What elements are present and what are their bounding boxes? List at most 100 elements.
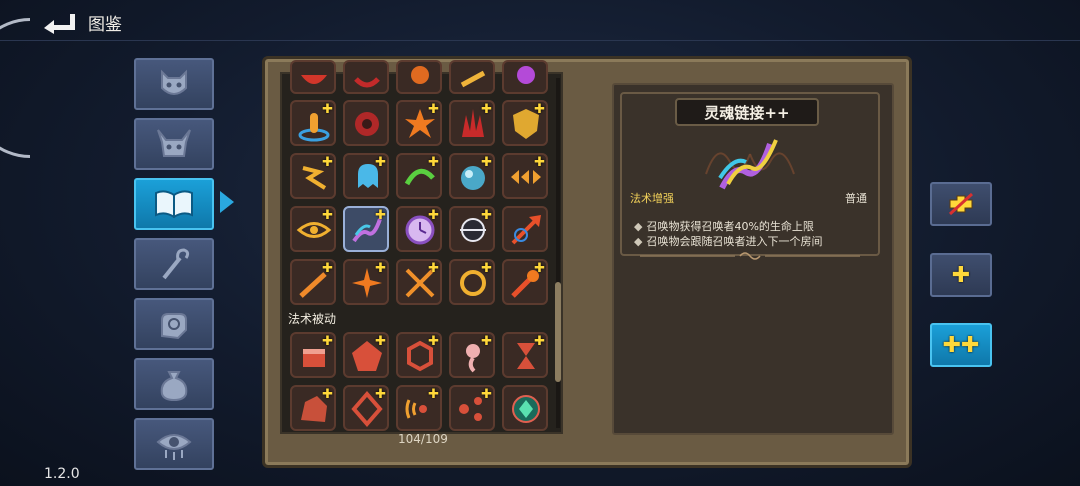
category-tab-talents[interactable] — [134, 298, 214, 350]
spell-slot[interactable]: ✚ — [290, 206, 336, 252]
category-tab-spells[interactable] — [134, 178, 214, 230]
upgrade-plus-icon: ✚ — [322, 334, 333, 349]
spell-icon-blood-flower — [355, 112, 379, 136]
upgrade-level-1-button[interactable]: ✚ — [930, 253, 992, 297]
passive-slot[interactable] — [502, 385, 548, 431]
spell-hand-icon — [161, 313, 187, 340]
upgrade-plus-icon: ✚ — [375, 334, 386, 349]
active-category-pointer — [220, 191, 234, 213]
passive-slot[interactable]: ✚ — [449, 385, 495, 431]
upgrade-plus-icon: ✚ — [375, 208, 386, 223]
passive-slot[interactable]: ✚ — [343, 385, 389, 431]
passive-slot[interactable]: ✚ — [290, 385, 336, 431]
upgrade-plus-icon: ✚ — [428, 155, 439, 170]
upgrade-plus-icon: ✚ — [534, 102, 545, 117]
category-tab-curses[interactable] — [134, 418, 214, 470]
spell-icon-gold-arrow — [460, 70, 486, 88]
effect-text: 召唤物获得召唤者40%的生命上限 — [646, 220, 814, 233]
spell-slot[interactable] — [502, 206, 548, 252]
pouch-icon — [160, 371, 188, 402]
upgrade-plus-icon: ✚ — [534, 334, 545, 349]
spell-slot[interactable] — [290, 60, 336, 94]
upgrade-plus-icon: ✚ — [428, 102, 439, 117]
spell-title: 灵魂链接++ — [675, 98, 819, 126]
spell-slot[interactable]: ✚ — [343, 259, 389, 305]
upgrade-plus-icon: ✚ — [322, 102, 333, 117]
spell-slot[interactable]: ✚ — [343, 153, 389, 199]
upgrade-plus-icon: ✚ — [322, 155, 333, 170]
upgrade-plus-icon: ✚ — [375, 155, 386, 170]
upgrade-plus-icon: ✚ — [481, 102, 492, 117]
category-tab-monsters[interactable] — [134, 58, 214, 110]
upgrade-level-0-button[interactable] — [930, 182, 992, 226]
soul-link-icon — [705, 139, 795, 190]
upgrade-plus-icon: ✚ — [481, 155, 492, 170]
effect-line: ◆ 召唤物会跟随召唤者进入下一个房间 — [634, 233, 822, 249]
spell-slot[interactable] — [449, 60, 495, 94]
eye-icon — [156, 434, 192, 460]
upgrade-plus-icon: ✚ — [534, 261, 545, 276]
spell-slot[interactable] — [502, 60, 548, 94]
upgrade-level-2-button[interactable]: ✚✚ — [930, 323, 992, 367]
spell-slot[interactable]: ✚ — [290, 259, 336, 305]
horned-mask-icon — [157, 129, 191, 157]
spell-slot[interactable]: ✚ — [396, 100, 442, 146]
spell-slot[interactable]: ✚ — [502, 100, 548, 146]
spell-rarity-tag: 普通 — [845, 192, 867, 205]
spell-slot[interactable]: ✚ — [502, 259, 548, 305]
version-label: 1.2.0 — [44, 466, 80, 482]
spell-icon-flame-ring — [411, 66, 429, 84]
spell-slot[interactable]: ✚ — [396, 153, 442, 199]
spell-category-tag: 法术增强 — [630, 192, 674, 205]
spell-slot-selected[interactable]: ✚ — [343, 206, 389, 252]
spell-icon-blood-swirl — [354, 77, 380, 88]
back-button[interactable] — [40, 8, 80, 34]
passive-slot[interactable]: ✚ — [290, 332, 336, 378]
upgrade-plus-icon: ✚ — [428, 261, 439, 276]
spell-slot[interactable]: ✚ — [290, 153, 336, 199]
spell-icon-ember — [301, 75, 327, 84]
spell-slot[interactable] — [396, 60, 442, 94]
bullet-dot: ◆ — [634, 220, 643, 233]
upgrade-plus-icon: ✚ — [428, 208, 439, 223]
spell-slot[interactable] — [343, 100, 389, 146]
open-book-icon — [155, 190, 193, 219]
spell-slot[interactable]: ✚ — [449, 153, 495, 199]
spell-slot[interactable]: ✚ — [290, 100, 336, 146]
spell-slot[interactable]: ✚ — [449, 100, 495, 146]
spell-slot[interactable] — [343, 60, 389, 94]
spell-slot[interactable]: ✚ — [396, 206, 442, 252]
category-tab-staffs[interactable] — [134, 238, 214, 290]
magic-staff-icon — [162, 248, 190, 280]
no-plus-icon — [948, 192, 974, 216]
upgrade-plus-icon: ✚ — [481, 334, 492, 349]
upgrade-plus-icon: ✚ — [481, 387, 492, 402]
bullet-dot: ◆ — [634, 235, 643, 248]
passive-slot[interactable]: ✚ — [343, 332, 389, 378]
header-divider — [0, 40, 1080, 41]
upgrade-plus-icon: ✚ — [375, 261, 386, 276]
passive-slot[interactable]: ✚ — [449, 332, 495, 378]
page-title: 图鉴 — [88, 15, 122, 35]
upgrade-plus-icon: ✚ — [534, 155, 545, 170]
upgrade-plus-icon: ✚ — [428, 334, 439, 349]
passive-slot[interactable]: ✚ — [396, 332, 442, 378]
soul-link-artwork — [700, 134, 800, 192]
upgrade-plus-icon: ✚ — [322, 208, 333, 223]
upgrade-plus-icon: ✚ — [322, 387, 333, 402]
passive-slot[interactable]: ✚ — [502, 332, 548, 378]
top-bar: 图鉴 — [0, 0, 1080, 42]
spell-icon-rainbow-orb — [517, 66, 535, 84]
upgrade-plus-icon: ✚ — [428, 387, 439, 402]
spell-slot[interactable]: ✚ — [449, 206, 495, 252]
spell-slot[interactable]: ✚ — [449, 259, 495, 305]
spell-slot[interactable]: ✚ — [396, 259, 442, 305]
passive-slot[interactable]: ✚ — [396, 385, 442, 431]
category-tab-bosses[interactable] — [134, 118, 214, 170]
spell-slot[interactable]: ✚ — [502, 153, 548, 199]
spell-icon-fire-arrow — [511, 215, 541, 245]
category-tab-items[interactable] — [134, 358, 214, 410]
section-label-passive: 法术被动 — [288, 312, 337, 326]
grid-scrollbar-thumb[interactable] — [555, 282, 561, 382]
effect-text: 召唤物会跟随召唤者进入下一个房间 — [646, 235, 823, 248]
